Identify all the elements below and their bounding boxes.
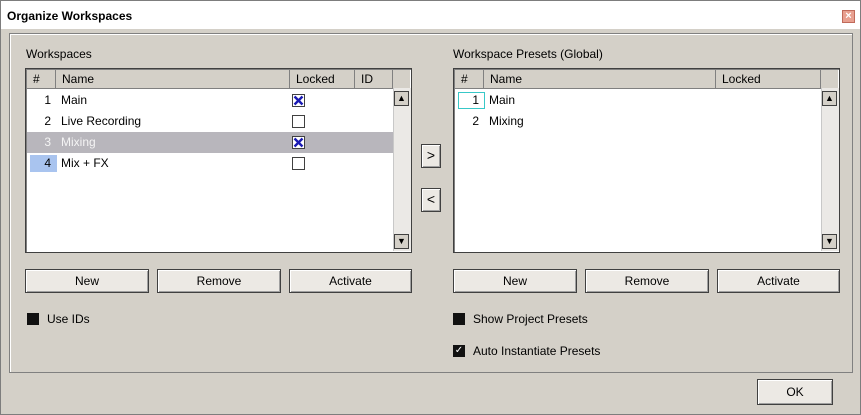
column-number[interactable]: #	[27, 70, 56, 88]
dialog-body: Workspaces # Name Locked ID 1 Main 2 Liv…	[9, 33, 853, 373]
column-name[interactable]: Name	[484, 70, 716, 88]
workspaces-scrollbar[interactable]: ▲ ▼	[393, 88, 411, 251]
workspaces-list-header: # Name Locked ID	[27, 70, 393, 89]
row-number: 1	[472, 93, 479, 107]
column-locked[interactable]: Locked	[290, 70, 355, 88]
row-name: Mixing	[489, 114, 524, 128]
row-name: Live Recording	[61, 114, 142, 128]
auto-instantiate-checkbox[interactable]: ✓	[453, 345, 465, 357]
row-number: 1	[44, 93, 51, 107]
list-item[interactable]: 2 Live Recording	[27, 111, 393, 132]
workspace-presets-list[interactable]: # Name Locked 1 Main 2 Mixing ▲ ▼	[453, 68, 840, 253]
row-name: Main	[489, 93, 516, 107]
column-number[interactable]: #	[455, 70, 484, 88]
show-project-presets-label: Show Project Presets	[473, 312, 588, 326]
move-right-button[interactable]: >	[421, 144, 441, 168]
right-new-button[interactable]: New	[453, 269, 577, 293]
row-number: 3	[44, 135, 51, 149]
show-project-presets-checkbox[interactable]	[453, 313, 465, 325]
use-ids-checkbox[interactable]	[27, 313, 39, 325]
row-number: 4	[44, 156, 51, 170]
right-remove-button[interactable]: Remove	[585, 269, 709, 293]
column-id[interactable]: ID	[355, 70, 393, 88]
left-activate-button[interactable]: Activate	[289, 269, 412, 293]
move-left-button[interactable]: <	[421, 188, 441, 212]
list-item[interactable]: 1 Main	[455, 90, 821, 111]
locked-checkbox[interactable]	[292, 94, 305, 107]
scroll-up-icon[interactable]: ▲	[822, 91, 837, 106]
ok-button[interactable]: OK	[757, 379, 833, 405]
scroll-up-icon[interactable]: ▲	[394, 91, 409, 106]
list-item[interactable]: 4 Mix + FX	[27, 153, 393, 174]
left-new-button[interactable]: New	[25, 269, 149, 293]
row-name: Mix + FX	[61, 156, 109, 170]
auto-instantiate-label: Auto Instantiate Presets	[473, 344, 601, 358]
list-item-selected[interactable]: 3 Mixing	[27, 132, 393, 153]
workspaces-label: Workspaces	[26, 47, 92, 61]
header-corner	[393, 70, 410, 88]
locked-checkbox[interactable]	[292, 115, 305, 128]
dialog-title: Organize Workspaces	[7, 9, 133, 23]
organize-workspaces-dialog: Organize Workspaces × Workspaces # Name …	[0, 0, 861, 415]
use-ids-label: Use IDs	[47, 312, 90, 326]
left-remove-button[interactable]: Remove	[157, 269, 281, 293]
row-number: 2	[44, 114, 51, 128]
presets-scrollbar[interactable]: ▲ ▼	[821, 88, 839, 251]
presets-list-header: # Name Locked	[455, 70, 821, 89]
title-bar: Organize Workspaces ×	[1, 1, 860, 29]
close-icon[interactable]: ×	[842, 10, 855, 23]
row-number: 2	[472, 114, 479, 128]
row-name: Mixing	[61, 135, 96, 149]
workspaces-list[interactable]: # Name Locked ID 1 Main 2 Live Recording…	[25, 68, 412, 253]
locked-checkbox[interactable]	[292, 157, 305, 170]
list-item[interactable]: 2 Mixing	[455, 111, 821, 132]
row-name: Main	[61, 93, 88, 107]
list-item[interactable]: 1 Main	[27, 90, 393, 111]
locked-checkbox[interactable]	[292, 136, 305, 149]
header-corner	[821, 70, 838, 88]
scroll-down-icon[interactable]: ▼	[394, 234, 409, 249]
right-activate-button[interactable]: Activate	[717, 269, 840, 293]
column-name[interactable]: Name	[56, 70, 290, 88]
column-locked[interactable]: Locked	[716, 70, 821, 88]
scroll-down-icon[interactable]: ▼	[822, 234, 837, 249]
workspace-presets-label: Workspace Presets (Global)	[453, 47, 603, 61]
